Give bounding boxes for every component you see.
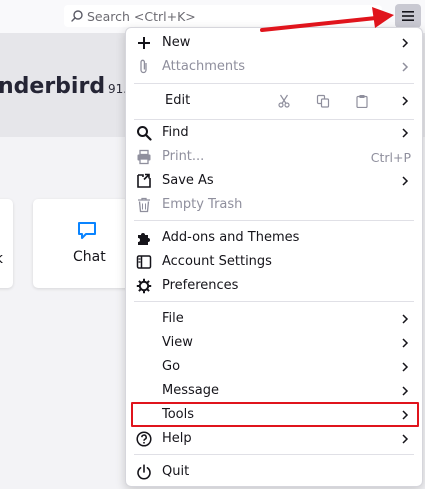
account-card-left[interactable]: k (0, 199, 13, 288)
app-menu-button[interactable] (395, 4, 421, 28)
menu-separator (134, 220, 414, 221)
print-shortcut: Ctrl+P (370, 150, 411, 165)
menu-item-attachments[interactable]: Attachments (126, 55, 422, 79)
menu-item-edit-label: Edit (165, 93, 191, 108)
power-icon (136, 464, 152, 480)
menu-item-find[interactable]: Find (126, 121, 422, 145)
menu-separator (134, 301, 414, 302)
save-icon (136, 173, 152, 189)
chevron-right-icon (402, 362, 409, 372)
plus-icon (136, 35, 152, 51)
chevron-right-icon (402, 434, 409, 444)
hamburger-menu-icon (402, 11, 414, 21)
menu-item-addons[interactable]: Add-ons and Themes (126, 226, 422, 250)
cut-icon[interactable] (275, 92, 293, 110)
menu-item-file[interactable]: File (126, 307, 422, 331)
menu-separator (134, 454, 414, 455)
menu-item-quit-label: Quit (162, 464, 190, 479)
trash-icon (136, 197, 152, 213)
menu-item-save-as[interactable]: Save As (126, 169, 422, 193)
chevron-right-icon (402, 176, 409, 186)
chevron-right-icon (402, 386, 409, 396)
tools-highlight-box (131, 402, 419, 427)
paperclip-icon (136, 59, 152, 75)
chevron-right-icon[interactable] (399, 95, 411, 107)
menu-item-empty-trash-label: Empty Trash (162, 197, 243, 212)
menu-item-new-label: New (162, 35, 191, 50)
menu-item-view[interactable]: View (126, 331, 422, 355)
account-settings-icon (136, 254, 152, 270)
menu-separator (134, 83, 414, 84)
account-card-left-label: k (0, 251, 3, 267)
menu-item-file-label: File (162, 311, 184, 326)
menu-item-empty-trash[interactable]: Empty Trash (126, 193, 422, 217)
menu-item-message-label: Message (162, 383, 219, 398)
menu-item-preferences-label: Preferences (162, 278, 239, 293)
menu-item-attachments-label: Attachments (162, 59, 245, 74)
menu-item-help-label: Help (162, 431, 192, 446)
search-icon (71, 10, 83, 22)
chevron-right-icon (402, 62, 409, 72)
chevron-right-icon (402, 38, 409, 48)
menu-item-preferences[interactable]: Preferences (126, 274, 422, 298)
search-input[interactable]: Search <Ctrl+K> (64, 5, 382, 27)
puzzle-piece-icon (136, 230, 152, 246)
search-placeholder: Search <Ctrl+K> (87, 8, 196, 24)
chevron-right-icon (402, 128, 409, 138)
menu-separator (134, 119, 414, 120)
menu-item-account-settings-label: Account Settings (162, 254, 272, 269)
menu-item-view-label: View (162, 335, 193, 350)
chat-icon (78, 222, 96, 239)
menu-item-help[interactable]: Help (126, 427, 422, 451)
paste-icon[interactable] (353, 92, 371, 110)
menu-edit-row: Edit (126, 86, 422, 116)
chevron-right-icon (402, 338, 409, 348)
chevron-right-icon (402, 314, 409, 324)
menu-item-addons-label: Add-ons and Themes (162, 230, 300, 245)
menu-item-find-label: Find (162, 125, 189, 140)
help-icon (136, 431, 152, 447)
gear-icon (136, 278, 152, 294)
menu-item-account-settings[interactable]: Account Settings (126, 250, 422, 274)
chat-card-label: Chat (73, 249, 106, 265)
menu-item-message[interactable]: Message (126, 379, 422, 403)
menu-item-go[interactable]: Go (126, 355, 422, 379)
copy-icon[interactable] (314, 92, 332, 110)
menu-item-save-as-label: Save As (162, 173, 214, 188)
app-menu-panel: New Attachments Edit Find Print... Ctrl+… (125, 27, 423, 487)
menu-item-new[interactable]: New (126, 31, 422, 55)
app-title: nderbird (0, 74, 106, 99)
search-icon (136, 125, 152, 141)
printer-icon (136, 149, 152, 165)
menu-item-print[interactable]: Print... Ctrl+P (126, 145, 422, 169)
menu-item-quit[interactable]: Quit (126, 460, 422, 484)
menu-item-print-label: Print... (162, 149, 205, 164)
menu-item-go-label: Go (162, 359, 181, 374)
